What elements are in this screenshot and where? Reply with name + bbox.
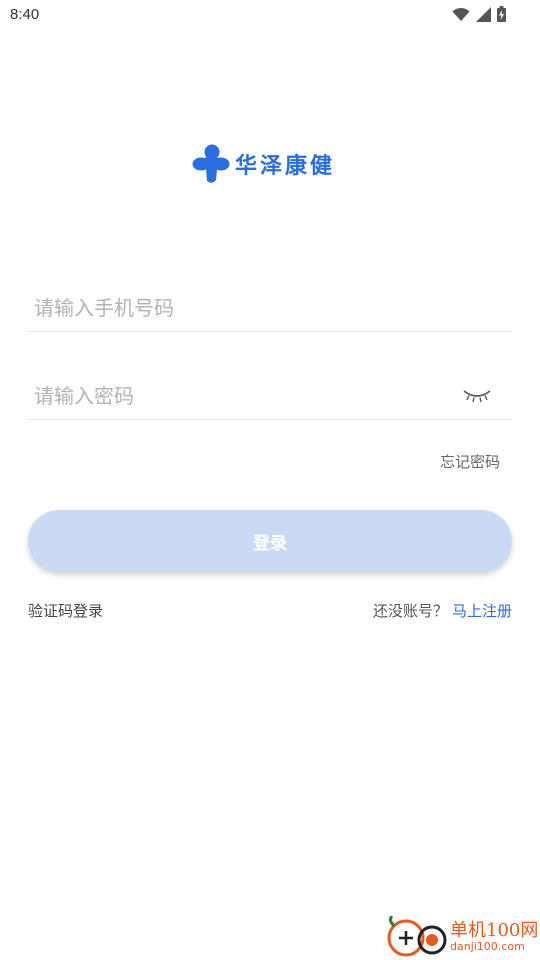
cross-logo-icon bbox=[192, 144, 230, 183]
danji100-logo-icon bbox=[387, 916, 447, 957]
status-bar: 8:40 bbox=[0, 0, 540, 30]
status-icons bbox=[452, 6, 506, 22]
forgot-password-link[interactable]: 忘记密码 bbox=[440, 451, 500, 472]
register-row: 还没账号？ 马上注册 bbox=[373, 600, 512, 621]
watermark-url: danji100.com bbox=[450, 940, 525, 953]
status-time: 8:40 bbox=[10, 6, 40, 23]
password-field-container bbox=[28, 372, 512, 420]
wifi-icon bbox=[452, 7, 470, 21]
app-logo: 华泽康健 bbox=[192, 144, 335, 184]
login-button[interactable]: 登录 bbox=[28, 510, 512, 572]
phone-input[interactable] bbox=[34, 290, 454, 326]
battery-charging-icon bbox=[497, 6, 506, 22]
phone-field-container bbox=[28, 284, 512, 332]
sms-login-link[interactable]: 验证码登录 bbox=[28, 600, 103, 621]
eye-closed-icon[interactable] bbox=[462, 386, 492, 404]
register-prompt: 还没账号？ bbox=[372, 602, 448, 620]
watermark-title: 单机100网 bbox=[450, 920, 539, 941]
register-link[interactable]: 马上注册 bbox=[452, 600, 512, 621]
watermark: 单机100网 danji100.com bbox=[386, 914, 540, 960]
password-input[interactable] bbox=[34, 378, 454, 414]
cellular-signal-icon bbox=[476, 6, 491, 22]
app-name: 华泽康健 bbox=[235, 154, 336, 179]
